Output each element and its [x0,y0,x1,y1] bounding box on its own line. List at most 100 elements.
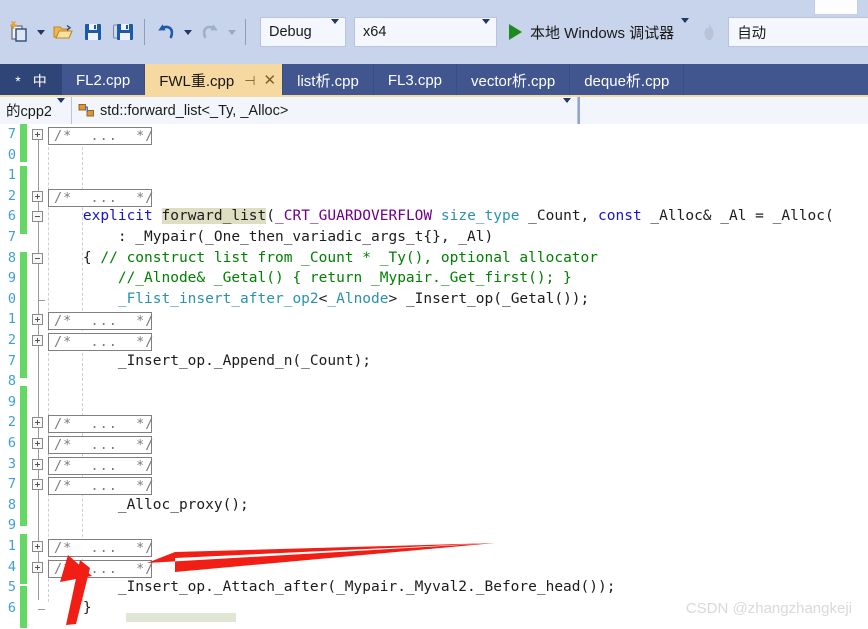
start-debug-button[interactable]: 本地 Windows 调试器 [507,17,691,47]
chevron-down-icon [331,19,339,40]
code-token: //_Alnode& _Getal() { return _Mypair._Ge… [117,270,572,287]
configuration-combo[interactable]: Debug [260,17,346,47]
chevron-down-icon [57,97,65,119]
collapsed-region[interactable]: /* ... */ [48,415,153,434]
expand-region-button[interactable] [32,314,43,326]
main-toolbar: Debug x64 本地 Windows 调试器 自动 '' [0,0,868,64]
code-line[interactable]: //_Alnode& _Getal() { return _Mypair._Ge… [48,270,572,286]
save-icon[interactable] [78,17,108,47]
toolbar-separator-2 [245,19,246,45]
tab-fl2-cpp[interactable]: FL2.cpp [62,64,146,97]
expand-region-button[interactable] [32,190,43,202]
hot-reload-icon[interactable] [700,19,718,45]
scope-dropdown[interactable]: 的cpp20- [0,97,72,124]
collapsed-region-line-22[interactable]: /* ... */ [48,559,153,578]
code-token: _CRT_GUARDOVERFLOW [275,208,433,225]
expand-region-button[interactable] [32,129,43,140]
collapse-region-button[interactable] [32,252,43,264]
outlining-end-tick [38,608,45,610]
new-project-dropdown-arrow[interactable] [34,18,48,46]
configuration-value: Debug [269,24,312,40]
expand-region-button[interactable] [32,458,43,470]
tab-deque-cpp[interactable]: deque析.cpp [570,64,685,97]
code-token: _Flist_insert_after_op2 [117,290,319,307]
tab-list-cpp[interactable]: list析.cpp [283,64,374,97]
code-line[interactable]: : _Mypair(_One_then_variadic_args_t{}, _… [48,229,493,245]
collapsed-region[interactable]: /* ... */ [48,333,153,351]
line-number: 1 [7,167,16,184]
line-number: 2 [7,187,16,204]
code-line[interactable]: _Alloc_proxy(); [48,497,249,513]
code-line[interactable]: _Insert_op._Append_n(_Count); [48,353,371,369]
code-token: : _Mypair(_One_then_variadic_args_t{}, _… [48,229,494,245]
member-value: std::forward_list<_Ty, _Alloc> [100,102,289,119]
line-number: 7 [7,229,16,245]
code-token: _Insert_op._Attach_after(_Mypair._Myval2… [48,579,616,596]
watermark: CSDN @zhangzhangkeji [685,600,852,617]
member-dropdown[interactable]: std::forward_list<_Ty, _Alloc> [72,97,578,124]
collapsed-region-highlight [126,613,236,622]
chevron-down-icon[interactable] [681,18,690,41]
tab-label: FWL重.cpp [159,73,235,90]
expand-region-button[interactable] [32,417,43,429]
collapsed-region[interactable]: /* ... */ [48,312,153,331]
new-project-icon[interactable] [4,17,34,47]
chevron-down-icon [482,19,490,40]
code-line[interactable]: _Insert_op._Attach_after(_Mypair._Myval2… [48,579,616,596]
collapsed-region[interactable]: /* ... */ [48,477,153,496]
collapsed-region[interactable]: /* ... */ [48,127,153,145]
editor-navigation-bar: 的cpp20- std::forward_list<_Ty, _Alloc> [0,97,868,125]
tab-vector-cpp[interactable]: vector析.cpp [457,64,571,97]
code-line[interactable]: explicit forward_list(_CRT_GUARDOVERFLOW… [48,208,834,225]
platform-combo[interactable]: x64 [354,17,497,47]
expand-region-button[interactable] [32,438,43,449]
code-line[interactable]: } [48,600,92,616]
code-token: _Insert_op._Append_n( [48,352,302,369]
expand-region-button[interactable] [32,479,43,491]
open-file-icon[interactable] [48,17,78,47]
code-text-area[interactable]: /* ... */ /* ... */ explicit forward_list… [48,124,868,629]
expand-region-button[interactable] [32,561,43,573]
change-bar [20,534,27,584]
collapsed-region[interactable]: /* ... */ [48,188,153,207]
undo-dropdown-arrow[interactable] [181,18,195,46]
save-all-icon[interactable] [108,17,138,47]
line-number: 6 [7,599,16,616]
line-number: 0 [7,146,16,163]
collapsed-region[interactable]: /* ... */ [48,539,153,557]
process-combo[interactable]: 自动 [728,17,868,47]
code-line[interactable]: { // construct list from _Count * _Ty(),… [48,250,598,266]
collapse-region-button[interactable] [32,211,43,223]
tab-fwl-cpp[interactable]: FWL重.cpp ⊣ ✕ [145,64,284,97]
redo-dropdown-arrow [225,18,239,46]
code-line[interactable]: _Flist_insert_after_op2<_Alnode> _Insert… [48,291,589,307]
expand-region-button[interactable] [32,335,43,346]
code-editor[interactable]: 701267890127892637891456 /* ... *//* ...… [0,124,868,629]
expand-region-button[interactable] [32,541,43,552]
code-token: _Alloc_proxy(); [48,496,249,513]
collapsed-region[interactable]: /* ... */ [48,436,153,454]
code-token: _Alnode [327,290,389,307]
outlining-margin[interactable] [30,124,48,629]
code-token: size_type [440,208,520,225]
code-token: explicit [82,208,153,225]
close-icon[interactable]: ✕ [264,73,277,88]
code-token: } [48,599,92,616]
tab-label: list析.cpp [297,73,359,90]
line-number: 9 [7,393,16,410]
tab-fl3-cpp[interactable]: FL3.cpp [374,64,458,97]
pin-icon[interactable]: ⊣ [244,73,255,89]
code-token: ); [353,352,372,369]
code-token: const [598,208,642,225]
platform-value: x64 [363,24,387,40]
code-token: _Count, [519,208,599,225]
pin-marker-icon: 中 [32,72,47,89]
visual-studio-window: Debug x64 本地 Windows 调试器 自动 '' [0,0,868,629]
line-number: 2 [7,332,16,348]
collapsed-region[interactable]: /* ... */ [48,456,153,475]
undo-icon[interactable] [151,17,181,47]
change-bar [20,166,27,234]
line-number: 4 [7,558,16,575]
